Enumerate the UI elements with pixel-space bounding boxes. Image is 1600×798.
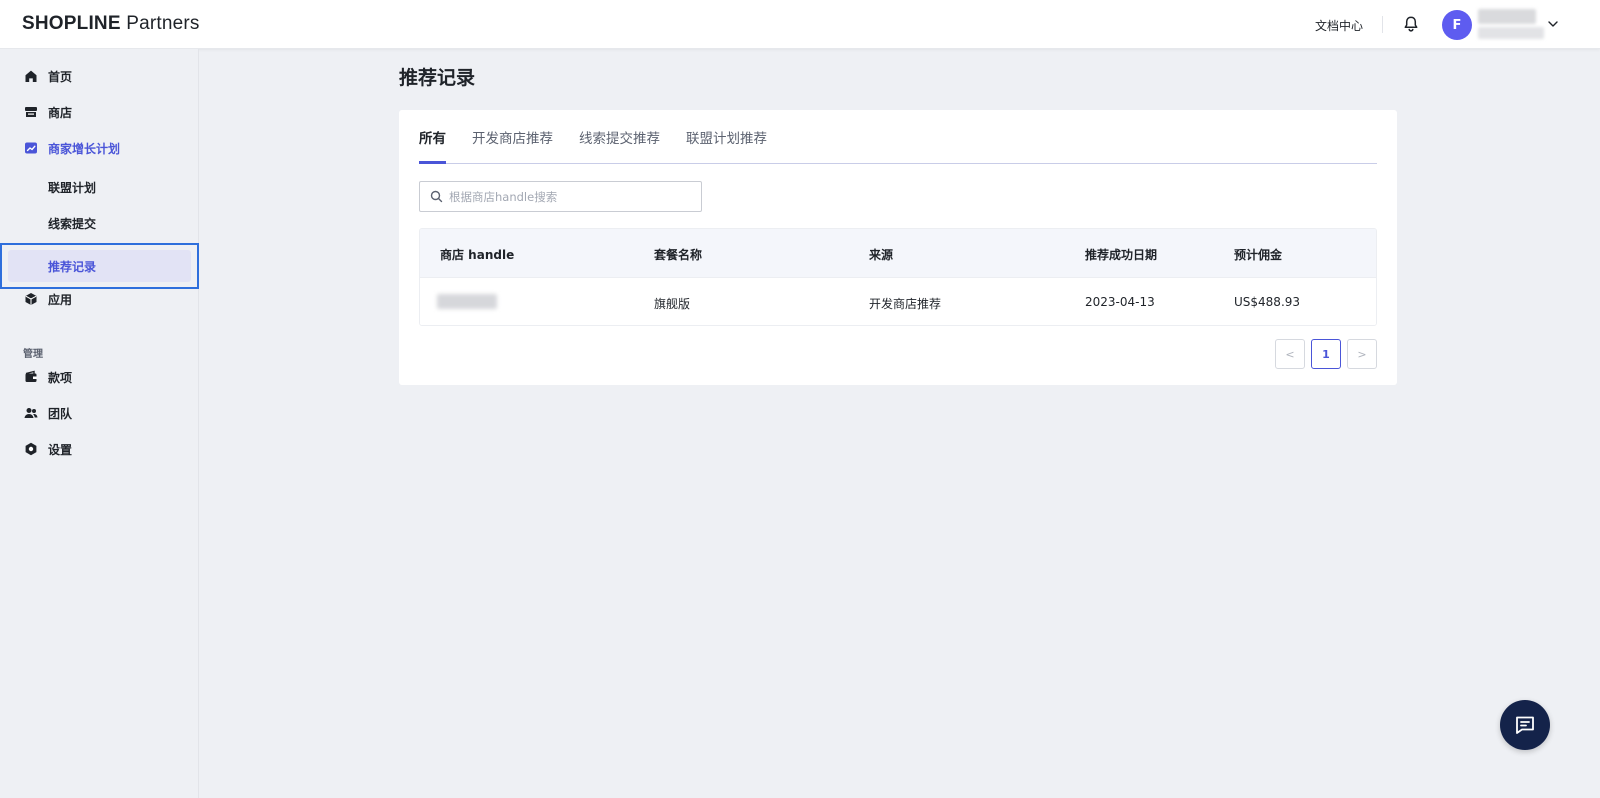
page-title: 推荐记录 [399,67,476,89]
settings-icon [25,442,37,456]
section-label-manage: 管理 [23,349,43,360]
tab-dev-store-referral[interactable]: 开发商店推荐 [472,127,553,147]
user-name-redacted [1478,9,1536,24]
cell-plan-name: 旗舰版 [654,297,691,311]
sidebar-item-settings[interactable]: 设置 [0,432,199,466]
shopline-partners-logo[interactable]: SHOPLINE Partners [22,13,200,35]
logo-suffix: Partners [126,13,200,34]
docs-center-link[interactable]: 文档中心 [1315,17,1363,34]
sidebar-item-label: 设置 [48,442,73,457]
pagination-page-1[interactable]: 1 [1311,339,1341,369]
pagination-next-button[interactable]: > [1347,339,1377,369]
sidebar-item-label: 款项 [48,370,73,385]
tab-bar: 所有 开发商店推荐 线索提交推荐 联盟计划推荐 [419,110,1377,164]
cell-estimated-commission: US$488.93 [1234,295,1301,309]
notification-bell-icon[interactable] [1401,14,1421,34]
search-icon [430,190,443,203]
column-header-estimated-commission: 预计佣金 [1234,248,1283,262]
home-icon [25,70,37,82]
pagination-prev-button[interactable]: < [1275,339,1305,369]
top-bar: SHOPLINE Partners 文档中心 F [0,0,1600,49]
wallet-icon [25,370,37,382]
chevron-left-icon: < [1285,347,1295,361]
sidebar-item-label: 商店 [48,105,73,120]
growth-chart-icon [25,142,37,154]
user-account-redacted [1478,27,1544,39]
tab-all[interactable]: 所有 [419,127,446,147]
sidebar: 首页 商店 商家增长计划 联盟计划 线索提交 推荐记录 应用 管理 款项 团队 … [0,49,199,798]
cube-icon [25,293,37,305]
header-divider [1382,16,1383,33]
sidebar-item-lead-submission[interactable]: 线索提交 [0,206,199,240]
sidebar-item-label: 首页 [48,69,73,84]
team-icon [24,408,38,418]
table-row[interactable]: 旗舰版 开发商店推荐 2023-04-13 US$488.93 [420,277,1376,325]
sidebar-item-team[interactable]: 团队 [0,396,199,430]
referral-table: 商店 handle 套餐名称 来源 推荐成功日期 预计佣金 旗舰版 开发商店推荐… [419,228,1377,326]
sidebar-item-label: 团队 [48,406,73,421]
logo-brand: SHOPLINE [22,13,121,34]
sidebar-item-apps[interactable]: 应用 [0,282,199,316]
sidebar-item-label: 联盟计划 [48,180,97,195]
column-header-referral-date: 推荐成功日期 [1085,248,1158,262]
referral-records-card: 所有 开发商店推荐 线索提交推荐 联盟计划推荐 商店 handle 套餐名称 来… [399,110,1397,385]
cell-referral-date: 2023-04-13 [1085,295,1155,309]
sidebar-item-growth-plan[interactable]: 商家增长计划 [0,131,199,165]
sidebar-item-affiliate[interactable]: 联盟计划 [0,170,199,204]
chevron-right-icon: > [1357,347,1367,361]
sidebar-item-referral-records[interactable]: 推荐记录 [0,249,199,283]
table-header: 商店 handle 套餐名称 来源 推荐成功日期 预计佣金 [420,229,1376,277]
chevron-down-icon[interactable] [1546,17,1560,31]
cell-source: 开发商店推荐 [869,297,942,311]
store-handle-search[interactable] [419,181,702,212]
store-handle-redacted [437,294,497,309]
sidebar-item-label: 商家增长计划 [48,141,121,156]
chat-support-button[interactable] [1500,700,1550,750]
sidebar-item-home[interactable]: 首页 [0,59,199,93]
sidebar-item-label: 应用 [48,292,73,307]
user-avatar[interactable]: F [1442,10,1472,40]
column-header-plan-name: 套餐名称 [654,248,703,262]
column-header-source: 来源 [869,248,894,262]
chat-message-icon [1516,716,1534,734]
store-icon [25,107,37,117]
sidebar-item-payments[interactable]: 款项 [0,360,199,394]
tab-affiliate-referral[interactable]: 联盟计划推荐 [686,127,767,147]
sidebar-item-label: 线索提交 [48,216,97,231]
active-tab-indicator [419,161,446,164]
column-header-store-handle: 商店 handle [440,248,515,262]
search-input[interactable] [449,188,694,206]
tab-lead-submission-referral[interactable]: 线索提交推荐 [579,127,660,147]
sidebar-item-label: 推荐记录 [48,259,97,274]
sidebar-item-store[interactable]: 商店 [0,95,199,129]
